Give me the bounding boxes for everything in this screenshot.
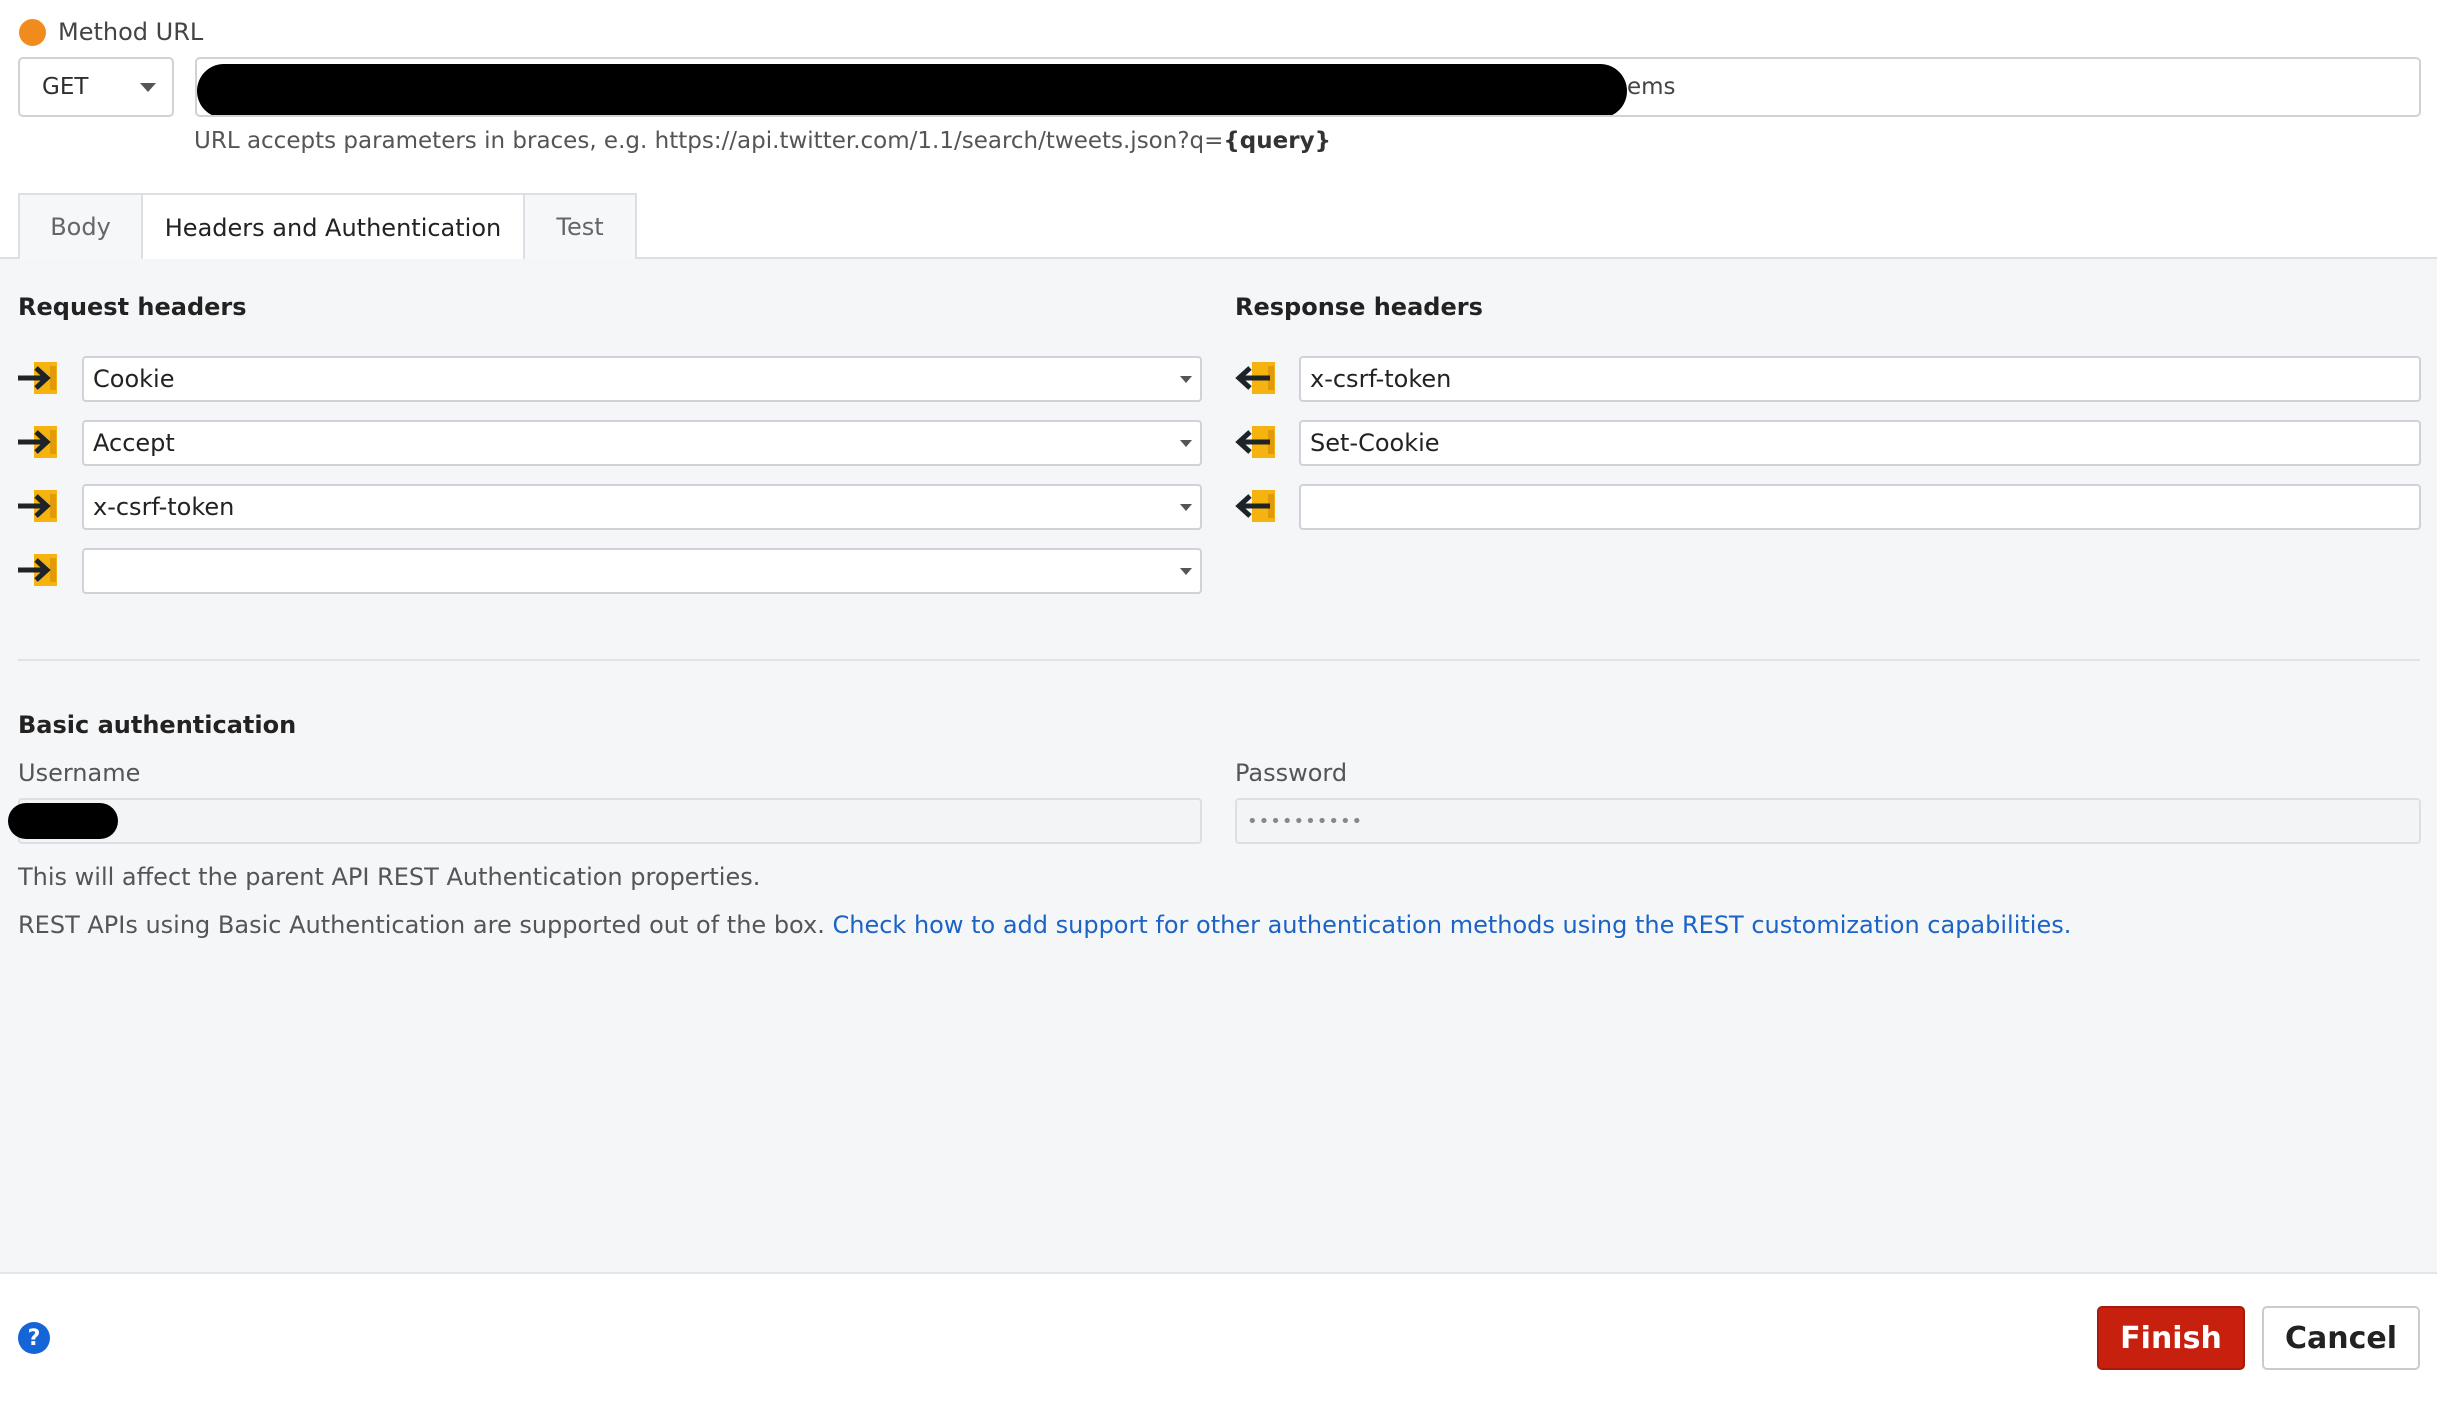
response-header-arrow-icon: [1235, 426, 1275, 458]
help-icon[interactable]: ?: [18, 1322, 50, 1354]
footer-divider: [0, 1272, 2437, 1274]
username-field[interactable]: [18, 798, 1202, 844]
finish-button[interactable]: Finish: [2097, 1306, 2245, 1370]
request-header-select[interactable]: [82, 548, 1202, 594]
request-header-value: x-csrf-token: [93, 493, 235, 521]
request-header-arrow-icon: [18, 490, 57, 522]
basic-auth-title: Basic authentication: [18, 711, 297, 739]
chevron-down-icon: [1180, 504, 1192, 511]
chevron-down-icon: [140, 83, 156, 92]
tab-body[interactable]: Body: [18, 193, 143, 259]
auth-support-note: REST APIs using Basic Authentication are…: [18, 911, 2071, 939]
url-input-value: ems: [1627, 74, 1676, 100]
redaction-mark: [8, 803, 118, 839]
response-header-input[interactable]: Set-Cookie: [1299, 420, 2421, 466]
request-headers-title: Request headers: [18, 293, 247, 321]
response-header-input[interactable]: x-csrf-token: [1299, 356, 2421, 402]
tab-panel: [0, 259, 2437, 1272]
response-header-value: x-csrf-token: [1310, 365, 1452, 393]
request-header-arrow-icon: [18, 426, 57, 458]
url-help-text: URL accepts parameters in braces, e.g. h…: [194, 128, 1331, 154]
password-field[interactable]: ••••••••••: [1235, 798, 2421, 844]
tab-test-label: Test: [556, 213, 604, 241]
tab-headers-authentication[interactable]: Headers and Authentication: [141, 193, 525, 261]
method-select-value: GET: [42, 74, 89, 100]
url-help-main: URL accepts parameters in braces, e.g. h…: [194, 128, 1224, 154]
section-divider: [18, 659, 2420, 661]
chevron-down-icon: [1180, 568, 1192, 575]
request-header-value: Cookie: [93, 365, 175, 393]
response-header-arrow-icon: [1235, 490, 1275, 522]
tab-body-label: Body: [50, 213, 111, 241]
auth-support-text: REST APIs using Basic Authentication are…: [18, 911, 825, 939]
username-label: Username: [18, 759, 141, 787]
password-label: Password: [1235, 759, 1348, 787]
redaction-mark: [197, 64, 1627, 115]
chevron-down-icon: [1180, 440, 1192, 447]
method-url-label: Method URL: [19, 14, 203, 50]
tab-headers-label: Headers and Authentication: [164, 214, 502, 242]
request-header-value: Accept: [93, 429, 175, 457]
method-select[interactable]: GET: [18, 57, 174, 117]
response-headers-title: Response headers: [1235, 293, 1483, 321]
auth-support-link[interactable]: Check how to add support for other authe…: [832, 911, 2071, 939]
method-url-text: Method URL: [58, 18, 204, 46]
response-header-input[interactable]: [1299, 484, 2421, 530]
response-header-arrow-icon: [1235, 362, 1275, 394]
request-header-arrow-icon: [18, 554, 57, 586]
response-header-value: Set-Cookie: [1310, 429, 1440, 457]
chevron-down-icon: [1180, 376, 1192, 383]
auth-note: This will affect the parent API REST Aut…: [18, 863, 761, 891]
url-input[interactable]: ems: [195, 57, 2421, 117]
request-header-select[interactable]: x-csrf-token: [82, 484, 1202, 530]
request-header-arrow-icon: [18, 362, 57, 394]
password-mask: ••••••••••: [1247, 810, 1364, 832]
status-dot-icon: [19, 18, 46, 46]
request-header-select[interactable]: Accept: [82, 420, 1202, 466]
tab-test[interactable]: Test: [523, 193, 637, 259]
url-help-param: {query}: [1223, 128, 1331, 154]
cancel-button[interactable]: Cancel: [2262, 1306, 2420, 1370]
request-header-select[interactable]: Cookie: [82, 356, 1202, 402]
